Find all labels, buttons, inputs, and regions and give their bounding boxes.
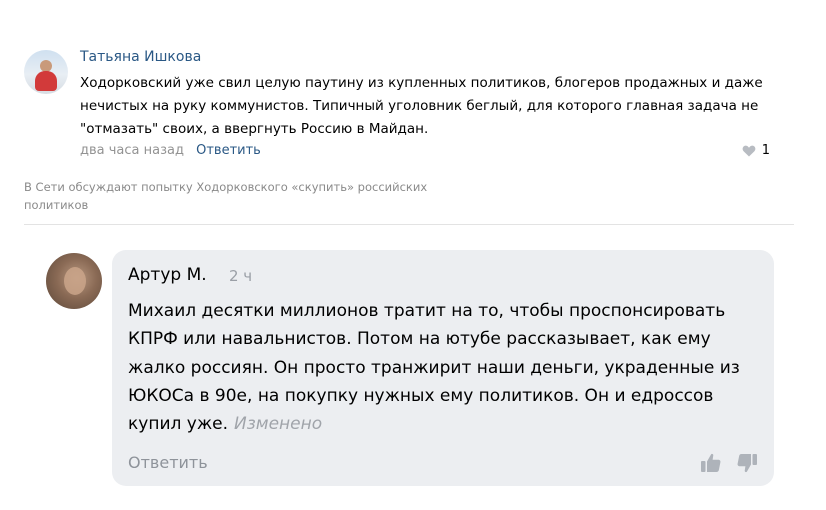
comment-text: Ходорковский уже свил целую паутину из к… — [80, 75, 763, 137]
reply-button[interactable]: Ответить — [196, 143, 261, 158]
comment-time: 2 ч — [229, 267, 253, 285]
like-button[interactable]: 1 — [742, 143, 770, 158]
avatar[interactable] — [24, 50, 68, 94]
edited-label: Изменено — [234, 414, 323, 435]
reply-button[interactable]: Ответить — [128, 453, 208, 472]
avatar[interactable] — [46, 253, 102, 309]
comment-author[interactable]: Татьяна Ишкова — [80, 49, 201, 65]
avatar-face — [64, 267, 86, 295]
heart-icon — [742, 145, 756, 156]
comment-bubble: Артур М. 2 ч Михаил десятки миллионов тр… — [112, 250, 774, 486]
avatar-body — [35, 71, 57, 91]
image-caption: В Сети обсуждают попытку Ходорковского «… — [24, 180, 428, 212]
thumbs-up-icon[interactable] — [699, 451, 723, 475]
like-count: 1 — [761, 143, 770, 158]
comment-text: Михаил десятки миллионов тратит на то, ч… — [128, 297, 758, 438]
comment-meta: два часа назад Ответить — [80, 143, 261, 158]
comment-body: Михаил десятки миллионов тратит на то, ч… — [128, 301, 740, 435]
thumbs-down-icon[interactable] — [735, 451, 759, 475]
comment-author[interactable]: Артур М. — [128, 265, 207, 285]
comment-time: два часа назад — [80, 143, 184, 158]
divider — [24, 224, 794, 225]
comment-vk: Татьяна Ишкова Ходорковский уже свил цел… — [24, 44, 784, 169]
